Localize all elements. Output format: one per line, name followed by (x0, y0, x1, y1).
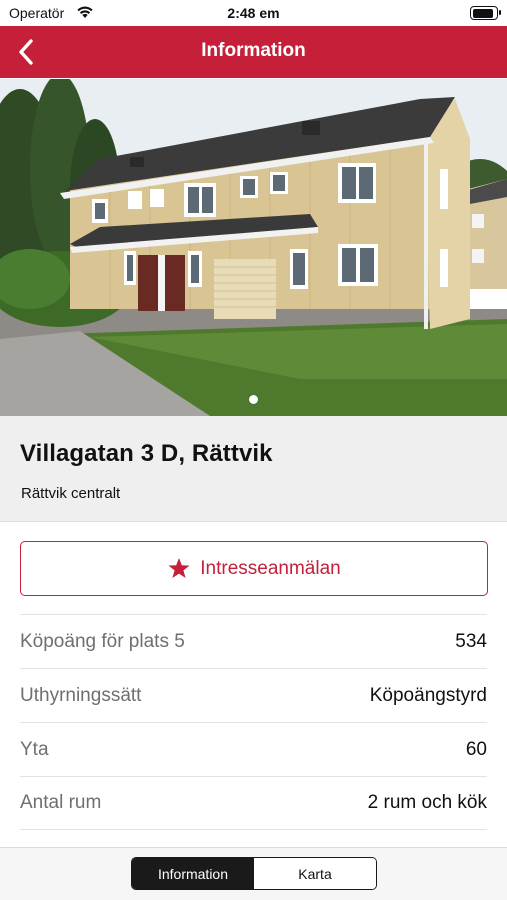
detail-label: Yta (20, 738, 49, 760)
page-title: Information (201, 40, 306, 61)
view-segmented-control: Information Karta (131, 857, 377, 890)
segment-information[interactable]: Information (132, 858, 254, 889)
battery-level (472, 8, 494, 18)
detail-value: 2 rum och kök (367, 792, 487, 813)
detail-value: Köpoängstyrd (369, 684, 487, 706)
listing-area: Rättvik centralt (21, 485, 121, 502)
detail-label: Köpoäng för plats 5 (20, 630, 185, 652)
segment-map[interactable]: Karta (254, 858, 376, 889)
detail-value: 534 (455, 630, 487, 652)
property-photo[interactable] (0, 79, 507, 416)
status-time: 2:48 em (227, 5, 280, 21)
detail-label: Antal rum (20, 792, 102, 813)
listing-header: Villagatan 3 D, Rättvik Rättvik centralt (0, 416, 507, 522)
bottom-toolbar: Information Karta (0, 847, 507, 900)
register-interest-label: Intresseanmälan (200, 557, 341, 579)
listing-address: Villagatan 3 D, Rättvik (20, 440, 273, 467)
navigation-bar: Information (0, 26, 507, 78)
detail-value: 60 (465, 738, 487, 760)
detail-row-queue-points: Köpoäng för plats 5 534 (20, 614, 487, 668)
detail-label: Uthyrningssätt (20, 684, 142, 706)
detail-row-area: Yta 60 (20, 722, 487, 776)
battery-icon (470, 6, 501, 20)
register-interest-button[interactable]: Intresseanmälan (20, 541, 488, 596)
detail-row-rooms: Antal rum 2 rum och kök (20, 776, 487, 830)
details-list: Köpoäng för plats 5 534 Uthyrningssätt K… (20, 614, 487, 830)
star-icon (168, 558, 190, 578)
detail-row-rental-method: Uthyrningssätt Köpoängstyrd (20, 668, 487, 722)
status-bar: Operatör 2:48 em (0, 0, 507, 26)
page-indicator-dot (249, 395, 258, 404)
